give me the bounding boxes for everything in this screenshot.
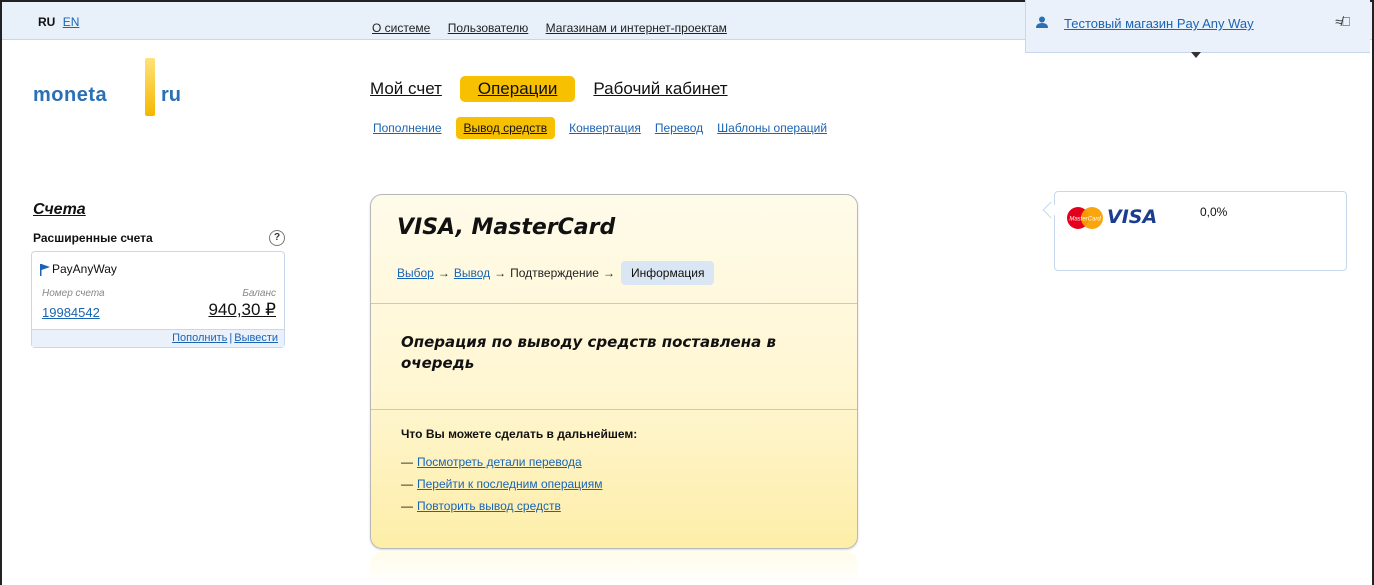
subtab-transfer[interactable]: Перевод (655, 121, 703, 135)
withdraw-result-card: VISA, MasterCard Выбор → Вывод → Подтвер… (370, 194, 858, 549)
account-name: PayAnyWay (52, 262, 117, 276)
accounts-title[interactable]: Счета (33, 201, 86, 219)
card-shadow (370, 552, 858, 585)
sub-nav: Пополнение Вывод средств Конвертация Пер… (373, 117, 827, 139)
logo-bar (145, 58, 155, 116)
account-topup-link[interactable]: Пополнить (172, 332, 227, 344)
tab-my-account[interactable]: Мой счет (370, 76, 442, 102)
account-actions-separator: | (229, 332, 233, 344)
moneta-logo[interactable]: moneta ru (33, 58, 183, 118)
list-item: — Повторить вывод средств (401, 495, 602, 517)
account-balance-label: Баланс (242, 288, 276, 299)
tab-operations[interactable]: Операции (459, 76, 576, 102)
subtab-convert[interactable]: Конвертация (569, 121, 641, 135)
subtab-templates[interactable]: Шаблоны операций (717, 121, 827, 135)
language-switcher: RU EN (38, 15, 79, 29)
step-arrow: → (602, 266, 615, 280)
repeat-withdraw-link[interactable]: Повторить вывод средств (417, 499, 561, 513)
lang-en[interactable]: EN (63, 15, 80, 29)
subtab-topup[interactable]: Пополнение (373, 121, 442, 135)
logo-text-ru: ru (161, 84, 181, 106)
top-nav-about[interactable]: О системе (372, 21, 430, 35)
mastercard-text: MasterCard (1069, 217, 1101, 223)
recent-operations-link[interactable]: Перейти к последним операциям (417, 477, 602, 491)
step-arrow: → (437, 266, 450, 280)
subtab-withdraw[interactable]: Вывод средств (455, 117, 556, 139)
step-breadcrumb: Выбор → Вывод → Подтверждение → Информац… (397, 261, 715, 285)
list-dash: — (401, 499, 413, 513)
main-nav: Мой счет Операции Рабочий кабинет (370, 76, 728, 102)
account-card: PayAnyWay Номер счета Баланс 19984542 94… (31, 251, 285, 348)
account-number-label: Номер счета (42, 288, 105, 299)
flag-icon (40, 264, 50, 276)
visa-logo: VISA (1107, 206, 1158, 228)
logout-icon[interactable]: ≉⎕ (1335, 14, 1350, 30)
step-choice-link[interactable]: Выбор (397, 266, 434, 280)
commission-box: MasterCard VISA 0,0% (1042, 191, 1347, 271)
divider (371, 303, 857, 304)
mastercard-icon: MasterCard (1067, 207, 1103, 229)
user-icon (1036, 16, 1048, 28)
top-nav-user[interactable]: Пользователю (448, 21, 529, 35)
view-transfer-details-link[interactable]: Посмотреть детали перевода (417, 455, 582, 469)
extended-accounts-title: Расширенные счета (33, 231, 153, 245)
lang-ru[interactable]: RU (38, 15, 55, 29)
list-dash: — (401, 455, 413, 469)
user-box: Тестовый магазин Pay Any Way ≉⎕ (1025, 0, 1370, 58)
step-info-current: Информация (620, 261, 715, 285)
user-name-link[interactable]: Тестовый магазин Pay Any Way (1064, 16, 1254, 31)
top-nav-shops[interactable]: Магазинам и интернет-проектам (546, 21, 727, 35)
account-number-link[interactable]: 19984542 (42, 305, 100, 320)
card-title: VISA, MasterCard (397, 215, 616, 240)
chevron-down-icon[interactable] (1191, 52, 1201, 58)
list-item: — Посмотреть детали перевода (401, 451, 602, 473)
step-output-link[interactable]: Вывод (454, 266, 490, 280)
account-balance: 940,30 ₽ (208, 300, 276, 319)
next-actions-title: Что Вы можете сделать в дальнейшем: (401, 427, 638, 441)
top-nav: О системе Пользователю Магазинам и интер… (372, 21, 741, 35)
tab-cabinet[interactable]: Рабочий кабинет (593, 76, 727, 102)
logo-text-moneta: moneta (33, 84, 108, 106)
list-dash: — (401, 477, 413, 491)
status-message: Операция по выводу средств поставлена в … (401, 333, 776, 372)
step-arrow: → (494, 266, 507, 280)
divider (371, 409, 857, 410)
step-confirm: Подтверждение (510, 266, 599, 280)
next-actions-list: — Посмотреть детали перевода — Перейти к п… (401, 451, 602, 517)
help-icon[interactable]: ? (269, 230, 285, 246)
account-withdraw-link[interactable]: Вывести (234, 332, 278, 344)
commission-value: 0,0% (1200, 205, 1228, 219)
list-item: — Перейти к последним операциям (401, 473, 602, 495)
account-actions: Пополнить | Вывести (32, 329, 284, 347)
